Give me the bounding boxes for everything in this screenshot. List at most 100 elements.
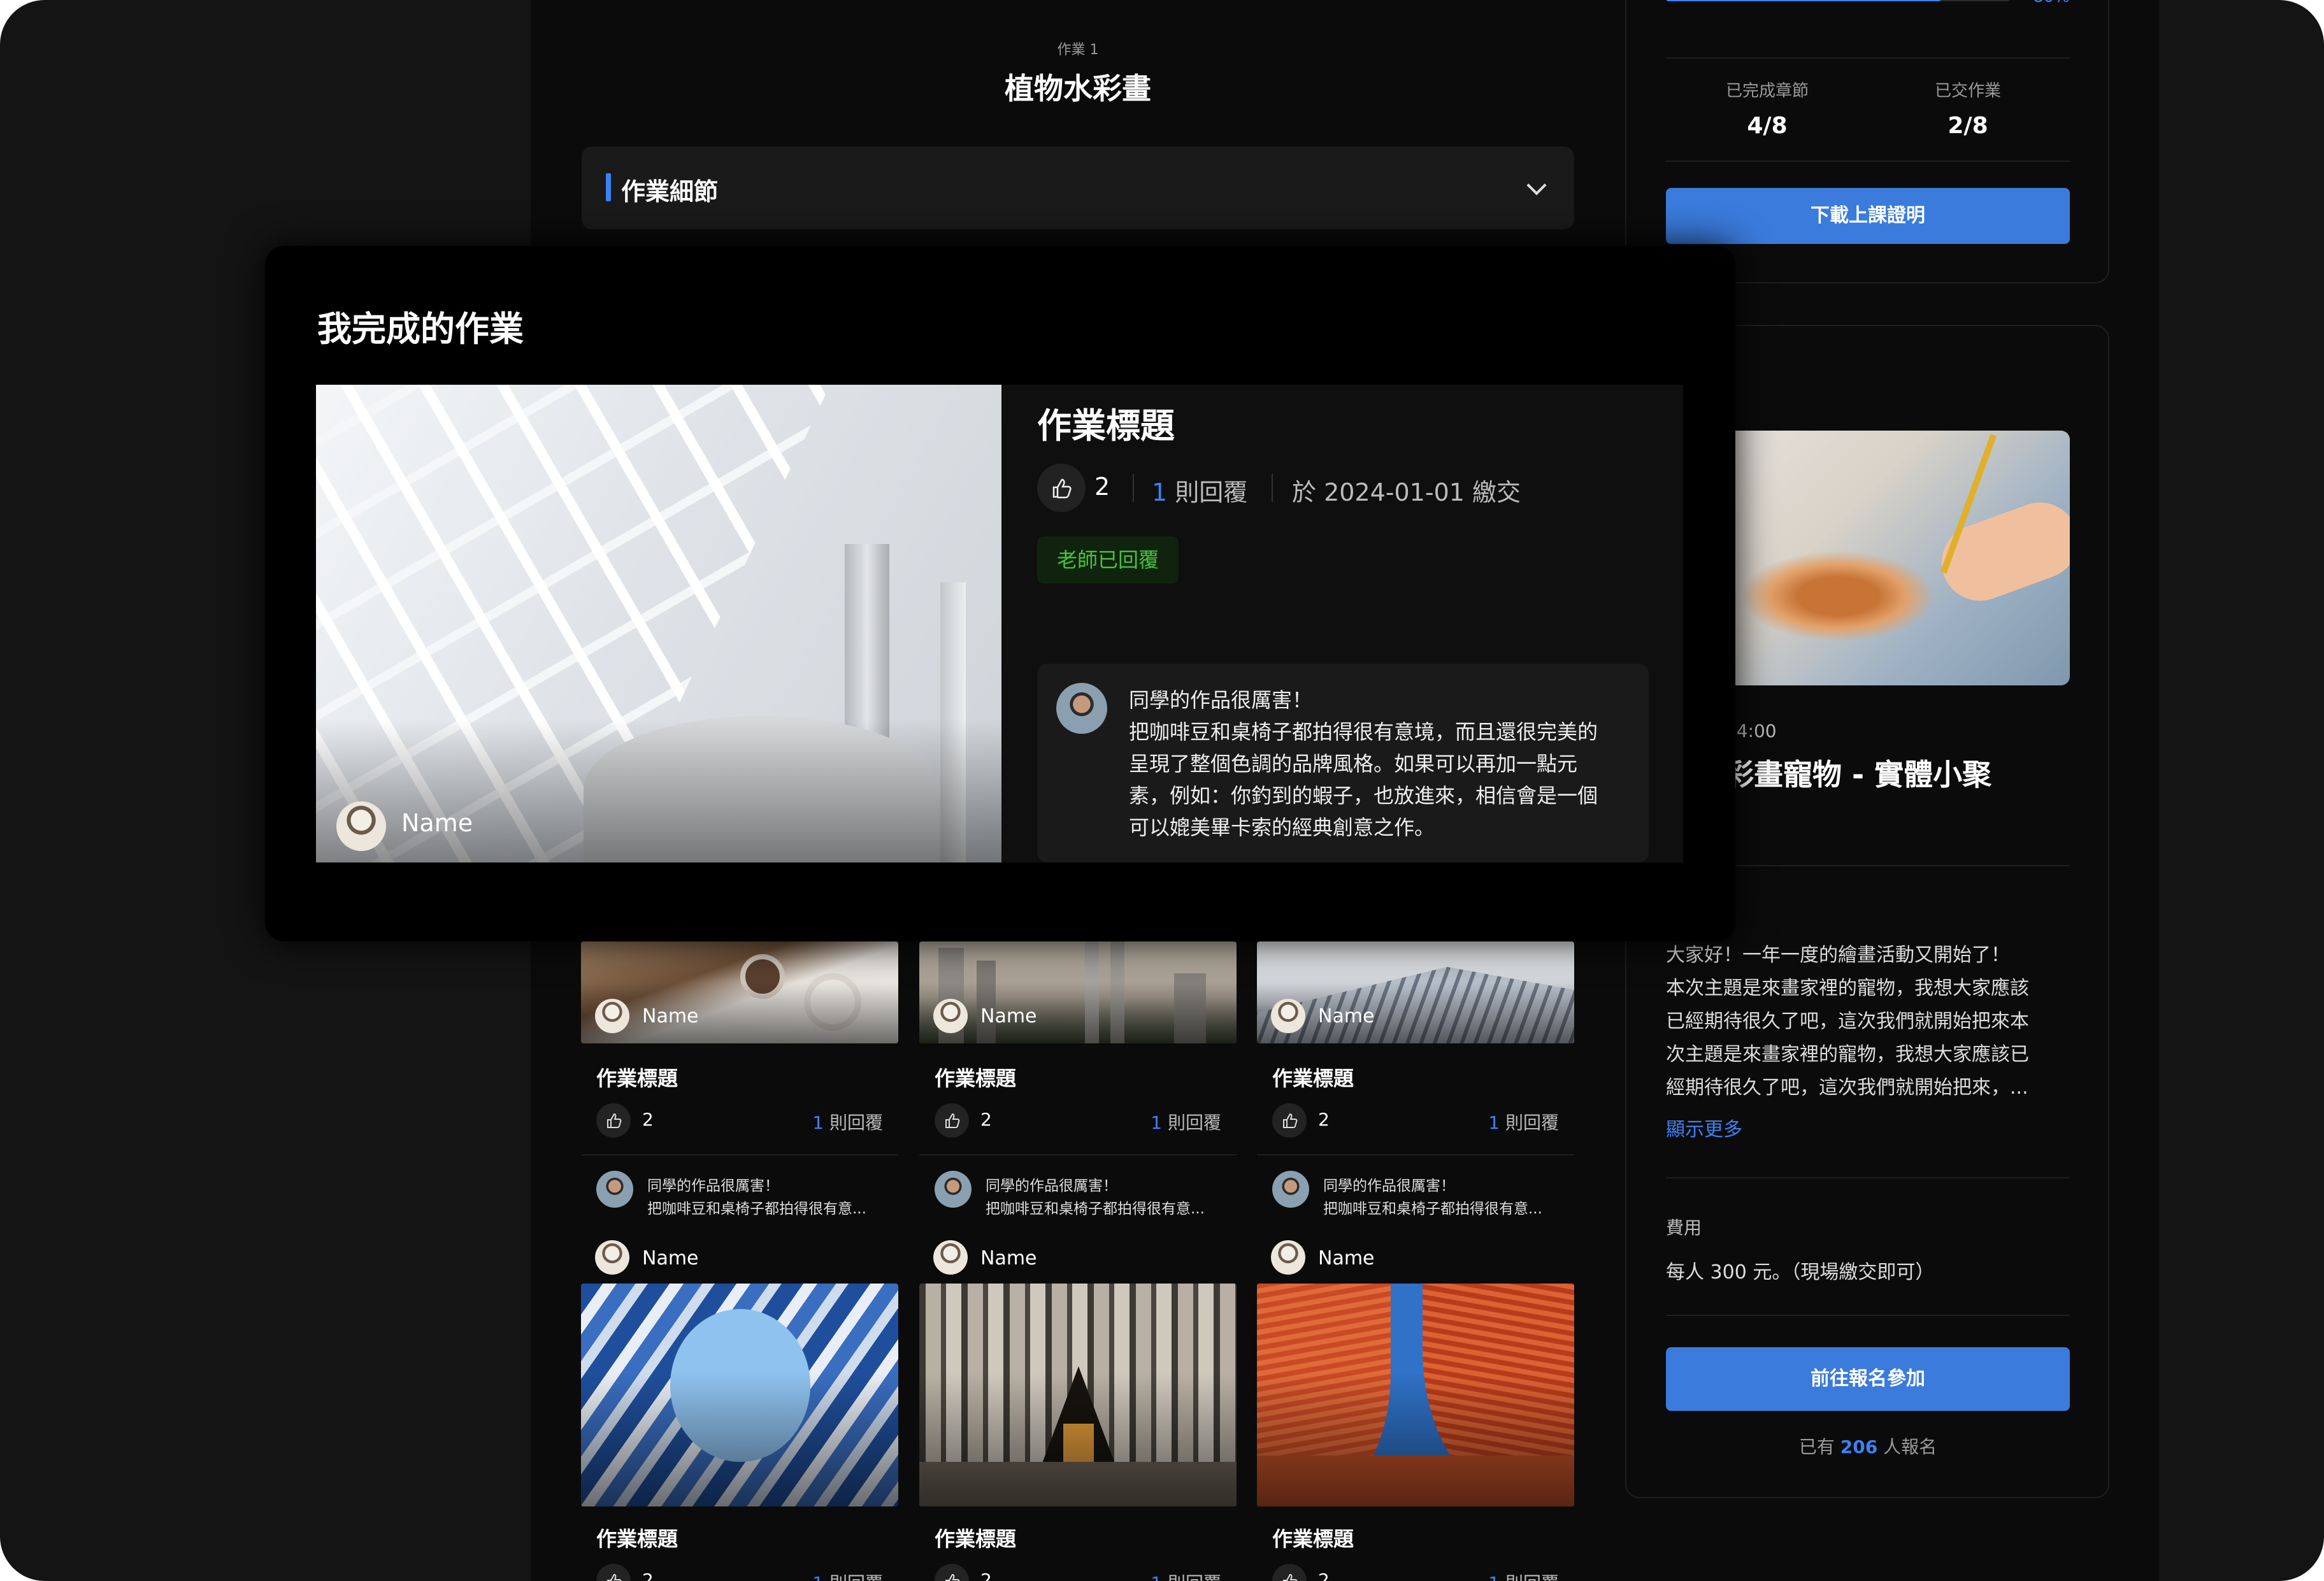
chevron-down-icon[interactable] xyxy=(1526,175,1547,196)
stat-value: 2/8 xyxy=(1947,113,1988,139)
reply-number: 1 xyxy=(1488,1112,1500,1133)
avatar xyxy=(336,801,386,851)
comment-line: 同學的作品很厲害！ xyxy=(1323,1178,1455,1194)
comment-text: 同學的作品很厲害！ 把咖啡豆和桌椅子都拍得很有意境，而且還很完美的 呈現了整個色… xyxy=(1129,684,1639,843)
reply-label: 則回覆 xyxy=(1168,1573,1221,1581)
divider xyxy=(1666,1177,2070,1178)
comment-preview: 同學的作品很厲害！ 把咖啡豆和桌椅子都拍得很有意... xyxy=(1323,1175,1565,1220)
registered-count: 已有 206 人報名 xyxy=(1666,1433,2070,1459)
avatar xyxy=(1271,1240,1305,1275)
stat-label: 已交作業 xyxy=(1934,82,2001,101)
card-title: 作業標題 xyxy=(1272,1066,1354,1091)
reply-count[interactable]: 1 則回覆 xyxy=(1152,473,1247,508)
intro-line: 已經期待很久了吧，這次我們就開始把來本 xyxy=(1666,1010,2029,1033)
teacher-comment: 同學的作品很厲害！ 把咖啡豆和桌椅子都拍得很有意境，而且還很完美的 呈現了整個色… xyxy=(1037,664,1649,862)
author-name: Name xyxy=(642,1247,699,1270)
like-count: 2 xyxy=(642,1109,654,1130)
reply-count[interactable]: 1 則回覆 xyxy=(812,1570,883,1581)
reply-number: 1 xyxy=(812,1573,824,1581)
reply-number: 1 xyxy=(1152,478,1168,506)
reply-label: 則回覆 xyxy=(1505,1112,1559,1133)
assignment-image xyxy=(581,1284,898,1506)
reply-label: 則回覆 xyxy=(829,1573,883,1581)
like-count: 2 xyxy=(980,1109,992,1130)
thumbs-up-icon xyxy=(945,1113,960,1128)
reply-count[interactable]: 1 則回覆 xyxy=(1488,1109,1559,1134)
like-count: 2 xyxy=(1318,1109,1330,1130)
like-button[interactable] xyxy=(1272,1564,1307,1581)
like-count: 2 xyxy=(1094,473,1110,501)
modal-title: 我完成的作業 xyxy=(317,309,524,349)
progress-bar xyxy=(1666,0,2010,1)
show-more-link[interactable]: 顯示更多 xyxy=(1666,1113,1742,1141)
card-title: 作業標題 xyxy=(935,1527,1017,1551)
comment-line: 把咖啡豆和桌椅子都拍得很有意... xyxy=(986,1201,1205,1217)
assignment-details-accordion[interactable]: 作業細節 xyxy=(582,147,1574,229)
registered-number: 206 xyxy=(1840,1436,1878,1457)
intro-line: 經期待很久了吧，這次我們就開始把來，... xyxy=(1666,1077,2028,1099)
like-button[interactable] xyxy=(1037,464,1086,512)
like-button[interactable] xyxy=(1272,1103,1307,1138)
divider xyxy=(1666,57,2070,59)
register-button[interactable]: 前往報名參加 xyxy=(1666,1347,2070,1411)
divider xyxy=(1666,1315,2070,1316)
commenter-avatar xyxy=(935,1171,972,1208)
event-intro: 大家好！一年一度的繪畫活動又開始了！ 本次主題是來畫家裡的寵物，我想大家應該 已… xyxy=(1666,939,2070,1105)
author-name: Name xyxy=(642,1005,699,1027)
fee-value: 每人 300 元。（現場繳交即可） xyxy=(1666,1261,1935,1284)
download-certificate-button[interactable]: 下載上課證明 xyxy=(1666,188,2070,244)
thumbs-up-icon xyxy=(1283,1113,1298,1128)
intro-line: 本次主題是來畫家裡的寵物，我想大家應該 xyxy=(1666,977,2029,999)
intro-line: 大家好！一年一度的繪畫活動又開始了！ xyxy=(1666,944,2010,966)
progress-bar-fill xyxy=(1666,0,1941,1)
thumbs-up-icon xyxy=(945,1573,960,1581)
comment-line: 可以媲美畢卡索的經典創意之作。 xyxy=(1129,815,1435,840)
registered-prefix: 已有 xyxy=(1798,1436,1835,1457)
comment-line: 把咖啡豆和桌椅子都拍得很有意... xyxy=(1323,1201,1542,1217)
author-name: Name xyxy=(401,809,473,837)
progress-card: 80% 已完成章節 4/8 已交作業 2/8 下載上課證明 xyxy=(1625,0,2109,283)
reply-count[interactable]: 1 則回覆 xyxy=(1151,1109,1221,1134)
divider xyxy=(1666,161,2070,162)
card-title: 作業標題 xyxy=(596,1527,678,1551)
assignment-title: 作業標題 xyxy=(1037,406,1175,446)
completed-chapters-stat: 已完成章節 4/8 xyxy=(1691,78,1844,139)
thumbs-up-icon xyxy=(1052,478,1072,499)
reply-label: 則回覆 xyxy=(1175,478,1248,506)
reply-count[interactable]: 1 則回覆 xyxy=(1488,1570,1559,1581)
reply-count[interactable]: 1 則回覆 xyxy=(812,1109,883,1134)
app-frame: 作業 1 植物水彩畫 作業細節 Name 作業標題 2 1 則回覆 同學的作品很… xyxy=(0,0,2324,1581)
comment-line: 把咖啡豆和桌椅子都拍得很有意境，而且還很完美的 xyxy=(1129,720,1598,744)
reply-label: 則回覆 xyxy=(829,1112,883,1133)
author-name: Name xyxy=(1318,1005,1375,1027)
comment-preview: 同學的作品很厲害！ 把咖啡豆和桌椅子都拍得很有意... xyxy=(647,1175,889,1220)
stat-value: 4/8 xyxy=(1747,113,1788,139)
assignment-image xyxy=(919,1284,1237,1506)
comment-line: 同學的作品很厲害！ xyxy=(1129,688,1313,712)
reply-label: 則回覆 xyxy=(1167,1112,1221,1133)
submitted-date: 於 2024-01-01 繳交 xyxy=(1292,478,1521,506)
like-button[interactable] xyxy=(935,1103,969,1138)
divider xyxy=(581,1154,898,1155)
divider xyxy=(1133,474,1134,502)
reply-label: 則回覆 xyxy=(1505,1573,1559,1581)
avatar xyxy=(1271,999,1305,1033)
like-count: 2 xyxy=(642,1570,654,1581)
modal-assignment-image xyxy=(316,385,1001,862)
reply-count[interactable]: 1 則回覆 xyxy=(1151,1570,1221,1581)
submitted-assignments-stat: 已交作業 2/8 xyxy=(1891,78,2044,139)
like-button[interactable] xyxy=(596,1103,631,1138)
comment-preview: 同學的作品很厲害！ 把咖啡豆和桌椅子都拍得很有意... xyxy=(986,1175,1228,1220)
like-button[interactable] xyxy=(935,1564,969,1581)
like-button[interactable] xyxy=(596,1564,631,1581)
comment-line: 同學的作品很厲害！ xyxy=(647,1178,779,1194)
comment-line: 呈現了整個色調的品牌風格。如果可以再加一點元 xyxy=(1129,752,1578,776)
comment-line: 素，例如：你釣到的蝦子，也放進來，相信會是一個 xyxy=(1129,783,1598,808)
thumbs-up-icon xyxy=(607,1113,622,1128)
page-title: 植物水彩畫 xyxy=(1005,71,1151,106)
like-count: 2 xyxy=(980,1570,992,1581)
author-name: Name xyxy=(980,1005,1037,1027)
assignment-image xyxy=(1257,941,1574,1043)
assignment-image xyxy=(581,941,898,1043)
thumbs-up-icon xyxy=(607,1573,622,1581)
